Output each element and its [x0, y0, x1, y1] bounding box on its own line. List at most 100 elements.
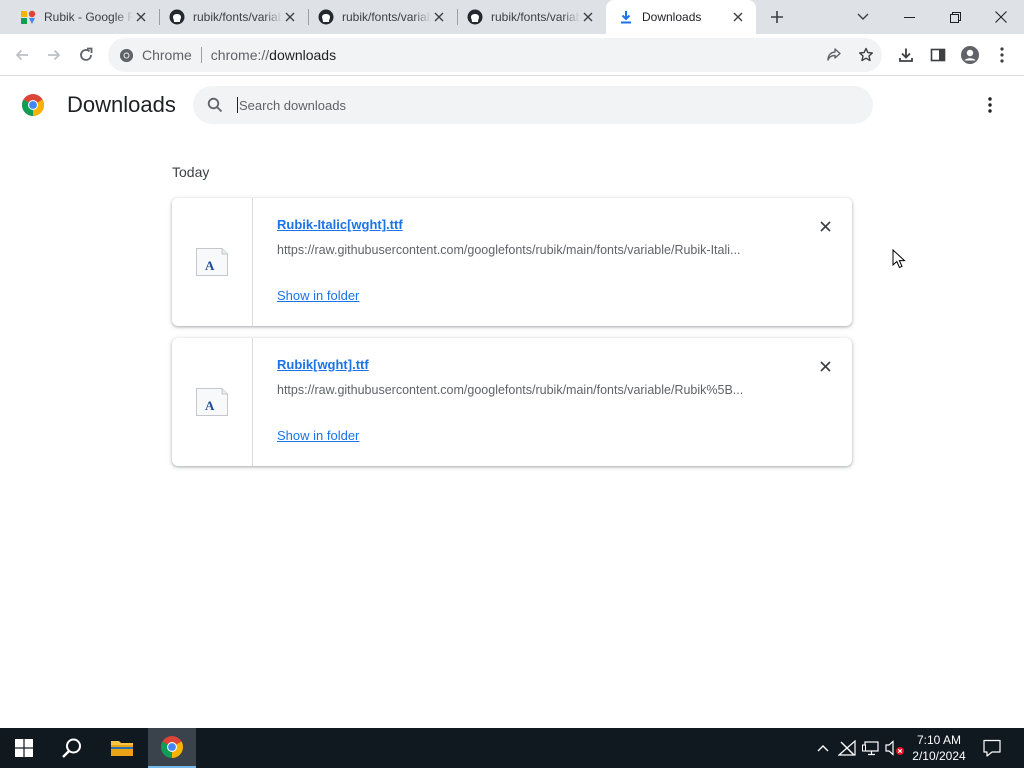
- github-icon: [169, 9, 185, 25]
- github-icon: [467, 9, 483, 25]
- tab-title: Rubik - Google Fonts: [44, 10, 133, 24]
- tab-search-button[interactable]: [840, 0, 886, 34]
- close-icon: [995, 11, 1007, 23]
- tab-downloads[interactable]: Downloads: [606, 0, 756, 34]
- start-button[interactable]: [0, 728, 48, 768]
- svg-text:A: A: [205, 258, 215, 273]
- download-item: A Rubik-Italic[wght].ttf https://raw.git…: [172, 198, 852, 326]
- download-item: A Rubik[wght].ttf https://raw.githubuser…: [172, 338, 852, 466]
- tab-github-1[interactable]: rubik/fonts/variable at main: [149, 0, 308, 34]
- address-bar[interactable]: Chrome chrome://downloads: [108, 38, 882, 72]
- side-panel-icon: [930, 48, 946, 62]
- url-scheme: chrome://: [210, 47, 270, 63]
- file-url[interactable]: https://raw.githubusercontent.com/google…: [277, 243, 740, 257]
- chrome-logo-icon: [21, 93, 45, 117]
- restore-icon: [949, 11, 961, 23]
- google-fonts-icon: [20, 9, 36, 25]
- file-icon-area: A: [172, 338, 253, 466]
- reload-button[interactable]: [72, 41, 100, 69]
- chrome-icon: [118, 47, 134, 63]
- profile-button[interactable]: [956, 41, 984, 69]
- back-button[interactable]: [8, 41, 36, 69]
- file-icon-area: A: [172, 198, 253, 326]
- page-menu-button[interactable]: [978, 93, 1002, 117]
- close-window-button[interactable]: [978, 0, 1024, 34]
- network-off-icon: [838, 740, 856, 756]
- remove-download-button[interactable]: [815, 216, 835, 236]
- windows-taskbar: 7:10 AM 2/10/2024: [0, 728, 1024, 768]
- notification-icon: [983, 739, 1001, 757]
- restore-button[interactable]: [932, 0, 978, 34]
- chrome-logo-icon: [161, 736, 183, 758]
- ethernet-status-button[interactable]: [860, 728, 882, 768]
- chrome-menu-button[interactable]: [988, 41, 1016, 69]
- search-box[interactable]: [193, 86, 873, 124]
- network-status-button[interactable]: [836, 728, 858, 768]
- chevron-up-icon: [817, 745, 829, 752]
- tab-title: rubik/fonts/variable at main: [491, 10, 580, 24]
- tab-title: rubik/fonts/variable at main: [193, 10, 282, 24]
- clock-time: 7:10 AM: [916, 733, 962, 747]
- share-button[interactable]: [820, 41, 848, 69]
- url-host: downloads: [269, 47, 337, 63]
- show-in-folder-link[interactable]: Show in folder: [277, 428, 359, 443]
- show-in-folder-link[interactable]: Show in folder: [277, 288, 359, 303]
- chrome-taskbar-button[interactable]: [148, 728, 196, 768]
- minimize-button[interactable]: [886, 0, 932, 34]
- minimize-icon: [903, 16, 915, 18]
- search-input[interactable]: [237, 97, 837, 113]
- back-arrow-icon: [15, 49, 28, 61]
- new-tab-button[interactable]: [767, 7, 787, 27]
- close-icon: [819, 220, 831, 232]
- windows-logo-icon: [15, 739, 33, 757]
- tab-github-2[interactable]: rubik/fonts/variable at main: [298, 0, 457, 34]
- close-tab-icon[interactable]: [282, 9, 298, 25]
- file-explorer-button[interactable]: [98, 728, 146, 768]
- file-name-link[interactable]: Rubik-Italic[wght].ttf: [277, 217, 403, 232]
- site-chip: Chrome: [142, 47, 192, 63]
- tab-strip: Rubik - Google Fonts rubik/fonts/variabl…: [0, 0, 1024, 34]
- show-hidden-icons-button[interactable]: [812, 728, 834, 768]
- chip-divider: [200, 47, 202, 63]
- browser-toolbar: Chrome chrome://downloads: [0, 34, 1024, 76]
- tab-rubik-google-fonts[interactable]: Rubik - Google Fonts: [0, 0, 159, 34]
- tab-github-3[interactable]: rubik/fonts/variable at main: [447, 0, 606, 34]
- clock-date: 2/10/2024: [912, 749, 966, 763]
- tab-title: Downloads: [642, 10, 702, 24]
- close-icon: [819, 360, 831, 372]
- star-icon: [859, 47, 873, 62]
- volume-button[interactable]: [884, 728, 906, 768]
- font-file-icon: A: [196, 388, 228, 416]
- github-icon: [318, 9, 334, 25]
- taskbar-search-button[interactable]: [48, 728, 96, 768]
- more-vert-icon: [1000, 47, 1004, 63]
- forward-arrow-icon: [48, 49, 61, 61]
- downloads-button[interactable]: [892, 41, 920, 69]
- bookmark-button[interactable]: [852, 41, 880, 69]
- file-name-link[interactable]: Rubik[wght].ttf: [277, 357, 369, 372]
- file-url[interactable]: https://raw.githubusercontent.com/google…: [277, 383, 743, 397]
- close-tab-icon[interactable]: [580, 9, 596, 25]
- forward-button[interactable]: [40, 41, 68, 69]
- page-title: Downloads: [67, 92, 176, 117]
- volume-muted-icon: [885, 740, 904, 756]
- reload-icon: [80, 47, 93, 61]
- system-clock[interactable]: 7:10 AM 2/10/2024: [906, 732, 972, 764]
- share-icon: [827, 48, 841, 61]
- downloads-header: Downloads: [0, 77, 1024, 133]
- download-icon: [618, 9, 634, 25]
- more-vert-icon: [988, 97, 992, 113]
- search-icon: [206, 96, 224, 114]
- close-tab-icon[interactable]: [133, 9, 149, 25]
- font-file-icon: A: [196, 248, 228, 276]
- download-icon: [899, 48, 913, 62]
- action-center-button[interactable]: [978, 728, 1006, 768]
- search-icon: [62, 738, 81, 758]
- date-section-label: Today: [172, 164, 210, 180]
- close-tab-icon[interactable]: [730, 9, 746, 25]
- remove-download-button[interactable]: [815, 356, 835, 376]
- tab-title: rubik/fonts/variable at main: [342, 10, 431, 24]
- mouse-cursor-icon: [892, 248, 906, 269]
- side-panel-button[interactable]: [924, 41, 952, 69]
- close-tab-icon[interactable]: [431, 9, 447, 25]
